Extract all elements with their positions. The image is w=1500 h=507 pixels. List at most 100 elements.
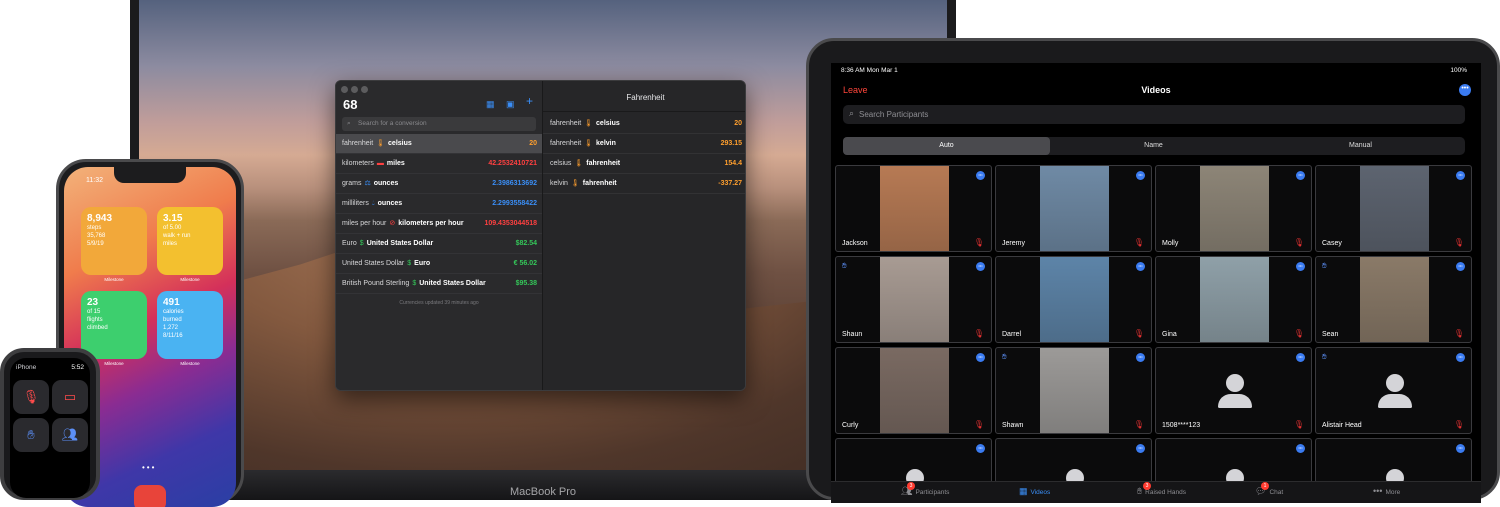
detail-row[interactable]: fahrenheit 🌡︎ kelvin 293.15 <box>543 134 745 154</box>
detail-from-unit: kelvin <box>550 180 568 187</box>
participant-options-button[interactable]: ••• <box>1456 353 1465 362</box>
participant-options-button[interactable]: ••• <box>1136 444 1145 453</box>
add-conversion-icon[interactable]: + <box>526 95 533 107</box>
currency-refresh-icon[interactable]: ▣ <box>506 100 515 109</box>
participant-tile[interactable]: ✋︎ ••• Shaun 🎙︎ <box>835 256 992 343</box>
participant-tile[interactable]: ••• Curly 🎙︎ <box>835 347 992 434</box>
mute-microphone-button[interactable]: 🎙︎ <box>13 380 49 414</box>
conversion-row[interactable]: kilometers ▬ miles 42.2532410721 <box>336 154 542 174</box>
detail-row[interactable]: fahrenheit 🌡︎ celsius 20 <box>543 114 745 134</box>
conversion-row[interactable]: miles per hour ⊘ kilometers per hour 109.43… <box>336 214 542 234</box>
segment-manual[interactable]: Manual <box>1257 137 1464 155</box>
participant-tile[interactable]: ••• 1508****123 🎙︎ <box>1155 347 1312 434</box>
widget-label: Milestone <box>180 277 200 282</box>
widget-text: 8/11/16 <box>163 333 183 339</box>
participant-tile[interactable]: ••• Gina 🎙︎ <box>1155 256 1312 343</box>
minimize-window-button[interactable] <box>351 86 358 93</box>
participant-options-button[interactable]: ••• <box>1296 171 1305 180</box>
avatar-placeholder-icon <box>1386 374 1404 392</box>
hand-icon: ✋︎ <box>27 427 35 442</box>
thermometer-icon: 🌡︎ <box>584 120 594 127</box>
participant-options-button[interactable]: ••• <box>976 262 985 271</box>
health-widget[interactable]: 23 of 15 flights climbed <box>81 291 147 359</box>
muted-microphone-icon: 🎙︎ <box>1453 238 1464 247</box>
participant-video <box>1040 166 1109 251</box>
participant-options-button[interactable]: ••• <box>1456 171 1465 180</box>
participant-tile[interactable]: ••• <box>835 438 992 483</box>
participant-video <box>1040 348 1109 433</box>
participant-options-button[interactable]: ••• <box>1136 171 1145 180</box>
conversion-from-unit: British Pound Sterling <box>342 280 410 287</box>
avatar-placeholder-body <box>1218 394 1252 408</box>
raise-hand-button[interactable]: ✋︎ <box>13 418 49 452</box>
participants-button[interactable]: 👥︎ <box>52 418 88 452</box>
page-title: Videos <box>1141 85 1171 95</box>
tab-videos[interactable]: ▦ Videos <box>1019 486 1050 497</box>
conversion-value: 20 <box>529 140 537 147</box>
participant-options-button[interactable]: ••• <box>1296 444 1305 453</box>
participant-tile[interactable]: ••• Jackson 🎙︎ <box>835 165 992 252</box>
participant-options-button[interactable]: ••• <box>1296 353 1305 362</box>
health-widget[interactable]: 3.15 of 5.00 walk + run miles <box>157 207 223 275</box>
participant-tile[interactable]: ••• Molly 🎙︎ <box>1155 165 1312 252</box>
tab-raised-hands[interactable]: ✋︎ Raised Hands 3 <box>1137 482 1186 497</box>
health-widget[interactable]: 491 calories burned 1,272 8/11/16 <box>157 291 223 359</box>
muted-microphone-icon: 🎙︎ <box>1133 329 1144 338</box>
segment-auto[interactable]: Auto <box>843 137 1050 155</box>
conversion-row[interactable]: fahrenheit 🌡︎ celsius 20 <box>336 134 542 154</box>
zoom-window-button[interactable] <box>361 86 368 93</box>
conversion-search-input[interactable]: ⌕ Search for a conversion <box>342 117 536 131</box>
participant-options-button[interactable]: ••• <box>976 171 985 180</box>
segment-name[interactable]: Name <box>1050 137 1257 155</box>
detail-row[interactable]: celsius 🌡︎ fahrenheit 154.4 <box>543 154 745 174</box>
participant-tile[interactable]: ••• <box>995 438 1152 483</box>
conversion-row[interactable]: British Pound Sterling $ United States Dol… <box>336 274 542 294</box>
participant-options-button[interactable]: ••• <box>976 353 985 362</box>
tab-more[interactable]: ••• More <box>1373 486 1400 496</box>
ipad-battery: 100% <box>1450 67 1467 74</box>
search-icon: ⌕ <box>347 120 351 127</box>
participant-options-button[interactable]: ••• <box>1456 262 1465 271</box>
detail-row[interactable]: kelvin 🌡︎ fahrenheit -337.27 <box>543 174 745 194</box>
participant-name: Sean <box>1322 331 1339 338</box>
conversion-to-unit: ounces <box>373 180 399 187</box>
participant-options-button[interactable]: ••• <box>1136 353 1145 362</box>
participant-name: 1508****123 <box>1162 422 1201 429</box>
scale-icon: ⚖︎ <box>364 180 371 187</box>
participant-tile[interactable]: ••• Casey 🎙︎ <box>1315 165 1472 252</box>
grid-view-icon[interactable]: ▦ <box>486 100 495 109</box>
conversion-row[interactable]: grams ⚖︎ ounces 2.3986313692 <box>336 174 542 194</box>
participant-tile[interactable]: ✋︎ ••• Alistair Head 🎙︎ <box>1315 347 1472 434</box>
conversion-count: 68 <box>343 97 358 112</box>
health-widget[interactable]: 8,943 steps 35,768 5/9/19 <box>81 207 147 275</box>
participant-options-button[interactable]: ••• <box>1296 262 1305 271</box>
app-icon[interactable] <box>134 485 166 507</box>
conversion-from-unit: United States Dollar <box>342 260 405 267</box>
options-button[interactable]: ••• <box>1459 84 1471 96</box>
detail-divider <box>543 111 745 112</box>
participant-tile[interactable]: ✋︎ ••• Shawn 🎙︎ <box>995 347 1152 434</box>
participant-tile[interactable]: ••• <box>1155 438 1312 483</box>
detail-to-unit: kelvin <box>596 140 616 147</box>
conversion-row[interactable]: Euro $ United States Dollar $82.54 <box>336 234 542 254</box>
conversion-row[interactable]: United States Dollar $ Euro € 56.02 <box>336 254 542 274</box>
close-window-button[interactable] <box>341 86 348 93</box>
widget-value: 23 <box>87 297 99 308</box>
participant-options-button[interactable]: ••• <box>976 444 985 453</box>
participant-tile[interactable]: ••• Jeremy 🎙︎ <box>995 165 1152 252</box>
participant-search-input[interactable]: ⌕ Search Participants <box>843 105 1465 124</box>
participant-options-button[interactable]: ••• <box>1456 444 1465 453</box>
tab-label: Participants <box>915 489 950 496</box>
tab-chat[interactable]: 💬︎ Chat 1 <box>1255 482 1283 497</box>
participant-options-button[interactable]: ••• <box>1136 262 1145 271</box>
tab-participants[interactable]: 👥︎ Participants 3 <box>901 482 950 497</box>
participant-tile[interactable]: ••• <box>1315 438 1472 483</box>
stop-video-button[interactable]: ▭ <box>52 380 88 414</box>
conversion-from-unit: miles per hour <box>342 220 387 227</box>
participant-tile[interactable]: ••• Darrel 🎙︎ <box>995 256 1152 343</box>
conversion-row[interactable]: milliliters 💧︎ ounces 2.2993558422 <box>336 194 542 214</box>
thermometer-icon: 🌡︎ <box>570 180 580 187</box>
ipad-screen: 8:36 AM Mon Mar 1 100% Leave Videos ••• … <box>831 63 1481 503</box>
detail-value: 154.4 <box>724 160 742 167</box>
participant-tile[interactable]: ✋︎ ••• Sean 🎙︎ <box>1315 256 1472 343</box>
